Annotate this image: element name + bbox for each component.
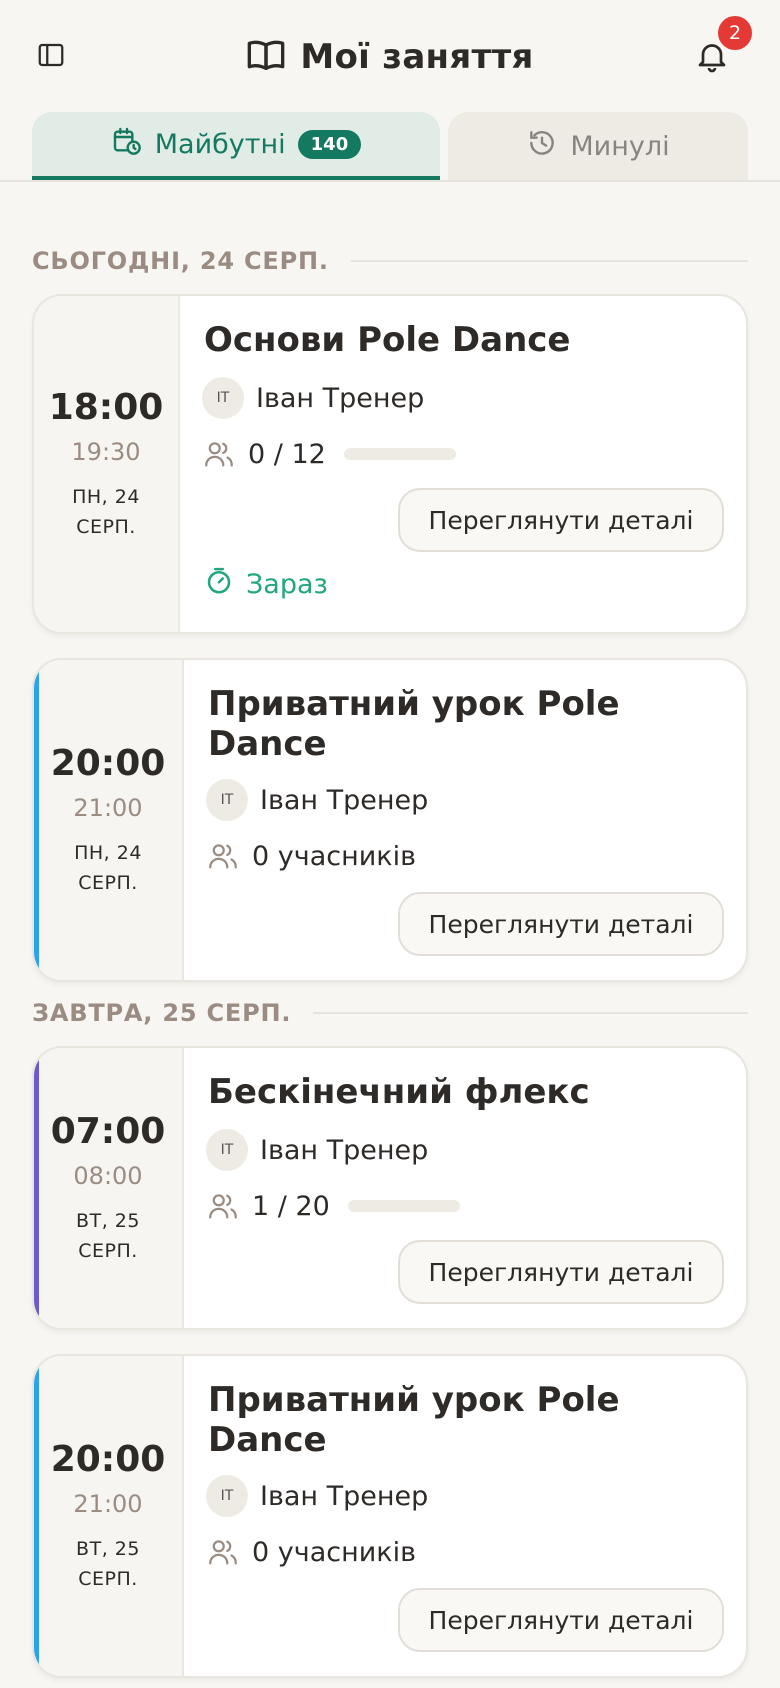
trainer-name: Іван Тренер [260,784,429,816]
class-date: ВТ, 25 СЕРП. [76,1209,140,1262]
participants-row: 0 учасників [206,1530,416,1574]
class-title: Приватний урок Pole Dance [208,1380,620,1460]
status-label: Зараз [246,568,328,600]
section-divider [313,1012,748,1014]
book-open-icon [246,35,286,79]
time-end: 19:30 [71,437,141,466]
section-divider [350,260,748,262]
time-start: 20:00 [50,1438,166,1480]
trainer-name: Іван Тренер [256,382,425,414]
class-date: ВТ, 25 СЕРП. [76,1537,140,1590]
capacity-bar [343,448,456,460]
history-icon [526,127,558,166]
time-column: 07:00 08:00 ВТ, 25 СЕРП. [34,1048,184,1328]
participants-count: 0 учасників [252,840,417,872]
people-icon [206,1535,240,1569]
participants-count: 0 / 12 [248,438,326,470]
participants-count: 0 учасників [252,1536,417,1568]
time-column: 20:00 21:00 ПН, 24 СЕРП. [34,660,184,980]
timer-icon [204,566,234,603]
class-title: Приватний урок Pole Dance [208,684,620,764]
class-date: ПН, 24 СЕРП. [74,841,142,894]
page-title: Мої заняття [300,37,534,77]
avatar: IT [206,779,248,821]
class-card[interactable]: 07:00 08:00 ВТ, 25 СЕРП. Бескінечний флек… [32,1046,748,1330]
notification-badge: 2 [718,16,752,50]
tab-upcoming[interactable]: Майбутні 140 [32,112,440,180]
class-title: Бескінечний флекс [208,1072,590,1112]
participants-row: 0 учасників [206,834,416,878]
view-details-button[interactable]: Переглянути деталі [398,488,724,552]
avatar: IT [202,377,244,419]
time-start: 20:00 [50,742,166,784]
tab-past[interactable]: Минулі [448,112,748,180]
time-end: 08:00 [73,1161,143,1190]
status-now: Зараз [204,564,328,604]
trainer-row: IT Іван Тренер [206,1128,428,1172]
trainer-row: IT Іван Тренер [206,1474,428,1518]
card-body: Бескінечний флекс IT Іван Тренер 1 / 20 … [184,1048,746,1328]
title-wrap: Мої заняття [0,34,780,80]
view-details-button[interactable]: Переглянути деталі [398,1588,724,1652]
time-column: 20:00 21:00 ВТ, 25 СЕРП. [34,1356,184,1676]
section-header-tomorrow: ЗАВТРА, 25 СЕРП. [32,996,748,1030]
class-card[interactable]: 20:00 21:00 ВТ, 25 СЕРП. Приватний урок P… [32,1354,748,1678]
participants-row: 1 / 20 [206,1184,460,1228]
participants-count: 1 / 20 [252,1190,330,1222]
view-details-button[interactable]: Переглянути деталі [398,892,724,956]
time-start: 18:00 [48,386,164,428]
trainer-name: Іван Тренер [260,1480,429,1512]
card-accent [34,1356,39,1676]
time-start: 07:00 [50,1110,166,1152]
trainer-row: IT Іван Тренер [202,376,424,420]
time-end: 21:00 [73,1489,143,1518]
card-body: Основи Pole Dance IT Іван Тренер 0 / 12 … [180,296,746,632]
calendar-clock-icon [111,125,143,164]
app-header: Мої заняття 2 [0,0,780,110]
class-card[interactable]: 20:00 21:00 ПН, 24 СЕРП. Приватний урок P… [32,658,748,982]
section-label: ЗАВТРА, 25 СЕРП. [32,999,292,1027]
avatar: IT [206,1129,248,1171]
card-body: Приватний урок Pole Dance IT Іван Тренер… [184,1356,746,1676]
people-icon [206,1189,240,1223]
class-title: Основи Pole Dance [204,320,571,360]
capacity-bar [347,1200,460,1212]
tab-upcoming-count: 140 [297,129,362,159]
card-accent [34,660,39,980]
tab-past-label: Минулі [570,130,670,162]
class-date: ПН, 24 СЕРП. [72,485,140,538]
card-accent [34,1048,39,1328]
people-icon [206,839,240,873]
tab-upcoming-label: Майбутні [154,128,286,160]
class-card[interactable]: 18:00 19:30 ПН, 24 СЕРП. Основи Pole Danc… [32,294,748,634]
section-header-today: СЬОГОДНІ, 24 СЕРП. [32,244,748,278]
time-column: 18:00 19:30 ПН, 24 СЕРП. [34,296,180,632]
people-icon [202,437,236,471]
view-details-button[interactable]: Переглянути деталі [398,1240,724,1304]
trainer-name: Іван Тренер [260,1134,429,1166]
time-end: 21:00 [73,793,143,822]
tabs-divider [0,180,780,182]
section-label: СЬОГОДНІ, 24 СЕРП. [32,247,329,275]
avatar: IT [206,1475,248,1517]
participants-row: 0 / 12 [202,432,456,476]
card-body: Приватний урок Pole Dance IT Іван Тренер… [184,660,746,980]
tabs: Майбутні 140 Минулі [32,112,748,180]
trainer-row: IT Іван Тренер [206,778,428,822]
